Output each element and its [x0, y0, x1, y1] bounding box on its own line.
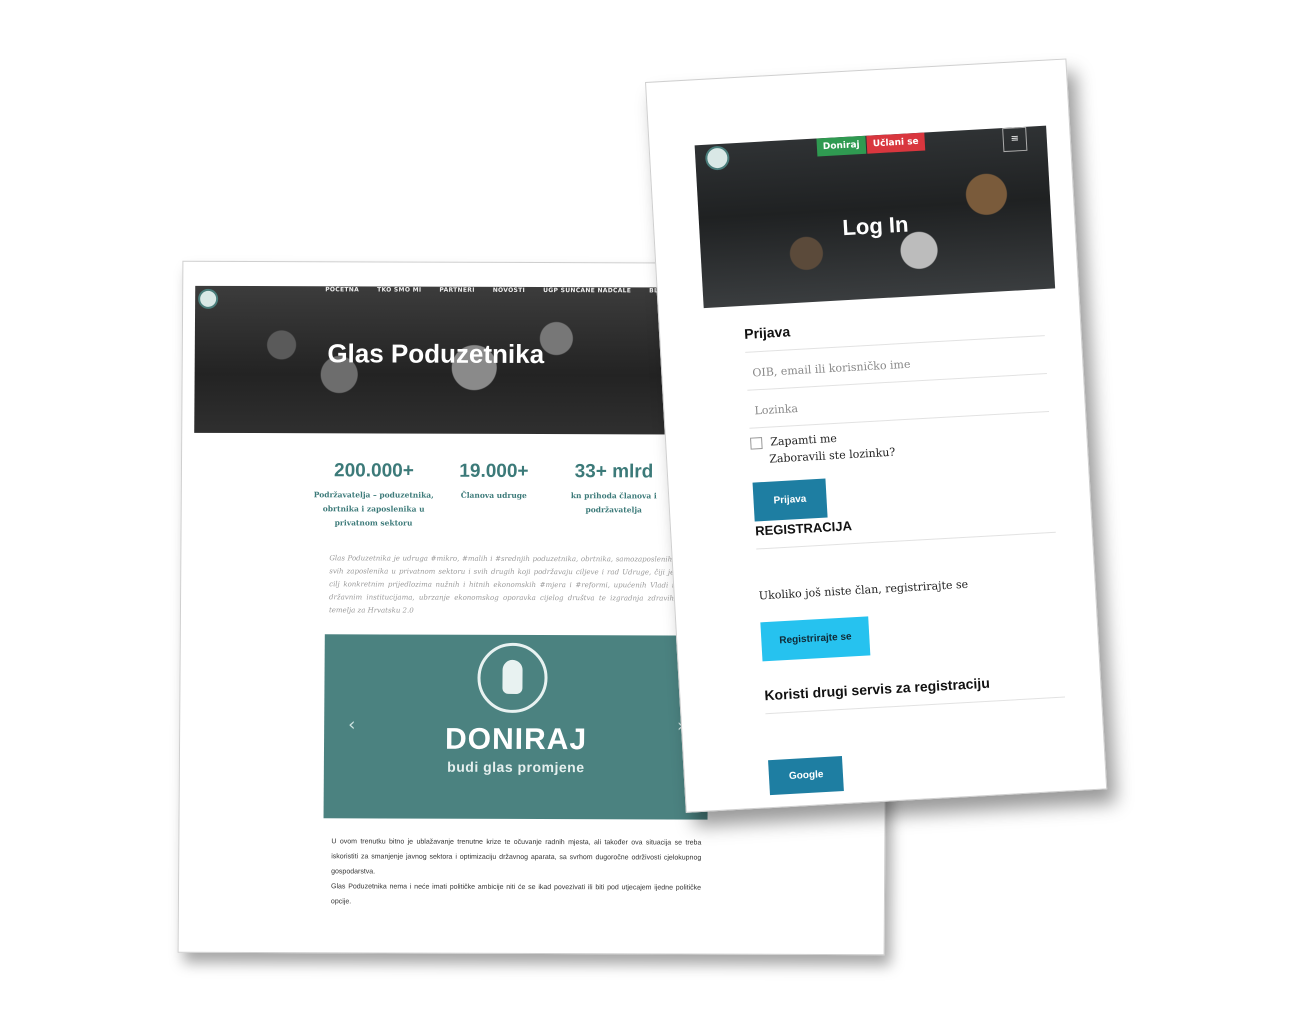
login-screenshot: Doniraj Učlani se ≡ Log In Prijava OIB, … — [645, 58, 1108, 813]
intro-paragraph: Glas Poduzetnika je udruga #mikro, #mali… — [328, 554, 675, 615]
donate-banner[interactable]: ‹ › DONIRAJ budi glas promjene — [323, 634, 709, 820]
nav-item-ugp[interactable]: UGP SUNČANE NADCALE — [543, 287, 631, 294]
page-title: Glas Poduzetnika — [327, 338, 545, 370]
main-nav: POČETNA TKO SMO MI PARTNERI NOVOSTI UGP … — [325, 286, 663, 294]
remember-label: Zapamti me — [769, 431, 838, 449]
stat-number: 33+ mlrd — [574, 461, 654, 483]
stats-row: 200.000+ Podržavatelja – poduzetnika, ob… — [314, 460, 674, 531]
remember-checkbox[interactable] — [749, 436, 763, 450]
stat-supporters: 200.000+ Podržavatelja – poduzetnika, ob… — [314, 460, 434, 530]
stat-label: Podržavatelja – poduzetnika, obrtnika i … — [313, 490, 434, 528]
seal-icon — [477, 642, 548, 714]
login-button[interactable]: Prijava — [752, 478, 828, 522]
nav-item-novosti[interactable]: NOVOSTI — [493, 287, 525, 294]
stat-revenue: 33+ mlrd kn prihoda članova i podržavate… — [554, 461, 674, 531]
logo-icon — [198, 288, 219, 309]
nav-item-tko-smo-mi[interactable]: TKO SMO MI — [377, 286, 421, 293]
login-hero: Doniraj Učlani se ≡ Log In — [694, 125, 1056, 309]
stat-number: 200.000+ — [333, 460, 414, 482]
body-paragraph: U ovom trenutku bitno je ublažavanje tre… — [331, 838, 702, 876]
google-button[interactable]: Google — [768, 756, 845, 796]
stat-members: 19.000+ Članova udruge — [434, 461, 554, 531]
stat-number: 19.000+ — [459, 460, 529, 482]
stat-label: Članova udruge — [460, 490, 527, 500]
banner-title: DONIRAJ — [444, 722, 588, 757]
join-button[interactable]: Učlani se — [866, 132, 926, 154]
register-button[interactable]: Registrirajte se — [760, 616, 871, 662]
nav-item-partneri[interactable]: PARTNERI — [439, 287, 474, 294]
nav-item-pocetna[interactable]: POČETNA — [325, 286, 359, 293]
menu-icon[interactable]: ≡ — [1002, 126, 1028, 153]
body-text: U ovom trenutku bitno je ublažavanje tre… — [331, 834, 702, 910]
login-form: Prijava OIB, email ili korisničko ime Lo… — [744, 309, 1070, 796]
banner-subtitle: budi glas promjene — [447, 758, 585, 776]
registration-text: Ukoliko još niste član, registrirajte se — [758, 577, 969, 603]
page-title: Log In — [841, 211, 910, 241]
homepage-hero: POČETNA TKO SMO MI PARTNERI NOVOSTI UGP … — [194, 285, 678, 435]
body-paragraph: Glas Poduzetnika nema i neće imati polit… — [330, 883, 702, 906]
logo-icon — [704, 145, 731, 171]
donate-button[interactable]: Doniraj — [816, 135, 867, 157]
stat-label: kn prihoda članova i podržavatelja — [570, 491, 657, 515]
